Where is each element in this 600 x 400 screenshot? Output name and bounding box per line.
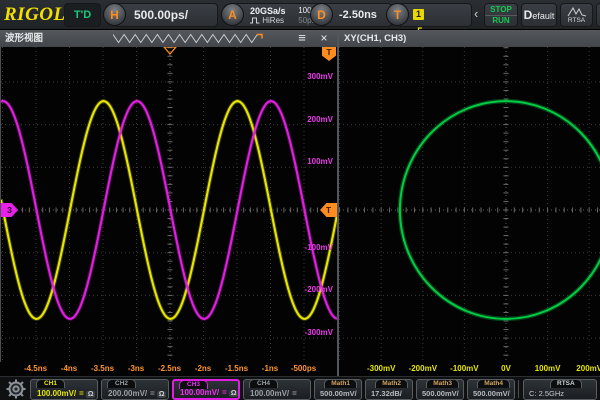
time-tick-label: -3.5ns: [91, 364, 114, 373]
math2-scale: 17.32dB/: [371, 389, 402, 398]
ch4-tab: CH4: [249, 379, 278, 388]
rigol-logo: RIGOL: [4, 3, 62, 27]
xy-view-title: XY(CH1, CH3): [344, 30, 406, 47]
time-tick-label: -500ps: [291, 364, 316, 373]
time-tick-label: -1.5ns: [225, 364, 248, 373]
channel-box-ch3[interactable]: CH3 100.00mV/=Ω: [172, 379, 240, 400]
ch3-scale: 100.00mV/: [180, 388, 219, 397]
settings-gear-icon[interactable]: [4, 378, 28, 400]
ch3-coupling-icon: =: [222, 388, 227, 397]
stop-run-button[interactable]: STOP RUN: [484, 3, 518, 27]
voltage-tick-label: -100mV: [273, 243, 333, 252]
waveform-view-panel: 波形视图 ≡ × 3 T T 300mV200mV100mV-100mV-200…: [0, 30, 337, 376]
time-tick-label: -2.5ns: [158, 364, 181, 373]
xy-volt-tick-label: -100mV: [450, 364, 478, 373]
xy-x-axis-labels: -300mV -200mV -100mV 0V 100mV 200mV: [339, 362, 600, 376]
time-axis-labels: -4.5ns -4ns -3.5ns -3ns -2.5ns -2ns -1.5ns -1ns…: [0, 362, 337, 376]
oscilloscope-screen: RIGOL T'D H 500.00ps/ A 20GSa/s HiRes 10…: [0, 0, 600, 400]
run-label: RUN: [485, 16, 517, 26]
math4-box[interactable]: Math4 500.00mV/: [467, 379, 515, 400]
xy-volt-tick-label: 100mV: [535, 364, 561, 373]
math4-scale: 500.00mV/: [473, 389, 510, 398]
delay-knob[interactable]: D: [310, 3, 333, 26]
ch1-impedance-icon: Ω: [86, 391, 96, 398]
ch1-tab: CH1: [36, 379, 65, 388]
square-wave-icon: [250, 17, 260, 24]
xy-view-panel: XY(CH1, CH3) -300mV -200mV -100mV 0V 100mV 20…: [339, 30, 600, 376]
default-button[interactable]: Default: [521, 3, 557, 27]
xy-trace: [339, 47, 600, 362]
xy-volt-tick-label: 200mV: [576, 364, 600, 373]
time-tick-label: -4ns: [61, 364, 77, 373]
xy-volt-tick-label: -300mV: [367, 364, 395, 373]
voltage-tick-label: 200mV: [273, 115, 333, 124]
voltage-tick-label: 300mV: [273, 72, 333, 81]
time-tick-label: -4.5ns: [24, 364, 47, 373]
channel-status-bar: CH1 100.00mV/=Ω CH2 200.00mV/=Ω CH3 100.…: [0, 376, 600, 400]
xy-volt-tick-label: 0V: [501, 364, 511, 373]
trigger-info[interactable]: 1 0.00V A: [398, 3, 472, 27]
rtsa-label: RTSA: [561, 17, 592, 24]
ch2-tab: CH2: [107, 379, 136, 388]
xy-view-header[interactable]: XY(CH1, CH3): [339, 30, 600, 47]
math2-box[interactable]: Math2 17.32dB/: [365, 379, 413, 400]
waveform-view-title: 波形视图: [5, 30, 43, 47]
xy-volt-tick-label: -200mV: [409, 364, 437, 373]
voltage-tick-label: 100mV: [273, 157, 333, 166]
sample-rate: 20GSa/s: [250, 6, 296, 16]
voltage-tick-label: -300mV: [273, 328, 333, 337]
spectrum-icon: [567, 6, 587, 17]
top-toolbar: RIGOL T'D H 500.00ps/ A 20GSa/s HiRes 10…: [0, 0, 600, 30]
voltage-tick-label: -200mV: [273, 285, 333, 294]
ch4-scale: 100.00mV/: [250, 389, 289, 398]
rtsa-center-freq: C: 2.5GHz: [529, 389, 564, 398]
math3-scale: 500.00mV/: [422, 389, 459, 398]
ch2-impedance-icon: Ω: [157, 391, 167, 398]
trigger-knob[interactable]: T: [386, 3, 409, 26]
time-tick-label: -3ns: [128, 364, 144, 373]
ch2-scale: 200.00mV/: [108, 389, 147, 398]
channel-box-ch2[interactable]: CH2 200.00mV/=Ω: [101, 379, 169, 400]
measure-button[interactable]: 测量: [596, 3, 600, 27]
acquire-knob[interactable]: A: [221, 3, 244, 26]
ch3-impedance-icon: Ω: [229, 390, 239, 397]
math2-tab: Math2: [375, 379, 408, 388]
menu-icon[interactable]: ≡: [293, 30, 311, 46]
close-icon[interactable]: ×: [315, 30, 333, 46]
trigger-status-badge[interactable]: T'D: [64, 3, 101, 27]
math1-scale: 500.00mV/: [320, 389, 357, 398]
math4-tab: Math4: [477, 379, 510, 388]
ch4-coupling-icon: =: [292, 389, 297, 398]
statusbar-separator: [518, 380, 519, 398]
trigger-source-badge: 1: [413, 9, 424, 20]
timebase-value[interactable]: 500.00ps/: [115, 3, 218, 27]
record-preview-waveform[interactable]: [113, 33, 263, 44]
channel-box-ch1[interactable]: CH1 100.00mV/=Ω: [30, 379, 98, 400]
rtsa-button[interactable]: RTSA: [560, 3, 593, 27]
time-tick-label: -2ns: [195, 364, 211, 373]
math3-tab: Math3: [426, 379, 459, 388]
horizontal-knob[interactable]: H: [103, 3, 126, 26]
math3-box[interactable]: Math3 500.00mV/: [416, 379, 464, 400]
time-tick-label: -1ns: [262, 364, 278, 373]
math1-tab: Math1: [324, 379, 357, 388]
waveform-view-header[interactable]: 波形视图 ≡ ×: [0, 30, 337, 47]
rtsa-box[interactable]: RTSA C: 2.5GHz: [523, 379, 597, 400]
ch1-scale: 100.00mV/: [37, 389, 76, 398]
xy-grid[interactable]: [339, 47, 600, 362]
waveform-grid[interactable]: 3 T T 300mV200mV100mV-100mV-200mV-300mV: [0, 47, 337, 362]
ch1-coupling-icon: =: [79, 389, 84, 398]
stop-label: STOP: [485, 4, 517, 16]
math1-box[interactable]: Math1 500.00mV/: [314, 379, 362, 400]
acq-mode: HiRes: [250, 16, 296, 25]
ch2-coupling-icon: =: [150, 389, 155, 398]
rtsa-tab: RTSA: [550, 379, 582, 388]
waveform-traces: [1, 47, 338, 362]
channel-box-ch4[interactable]: CH4 100.00mV/=: [243, 379, 311, 400]
collapse-chevron-icon[interactable]: ‹: [474, 3, 482, 27]
